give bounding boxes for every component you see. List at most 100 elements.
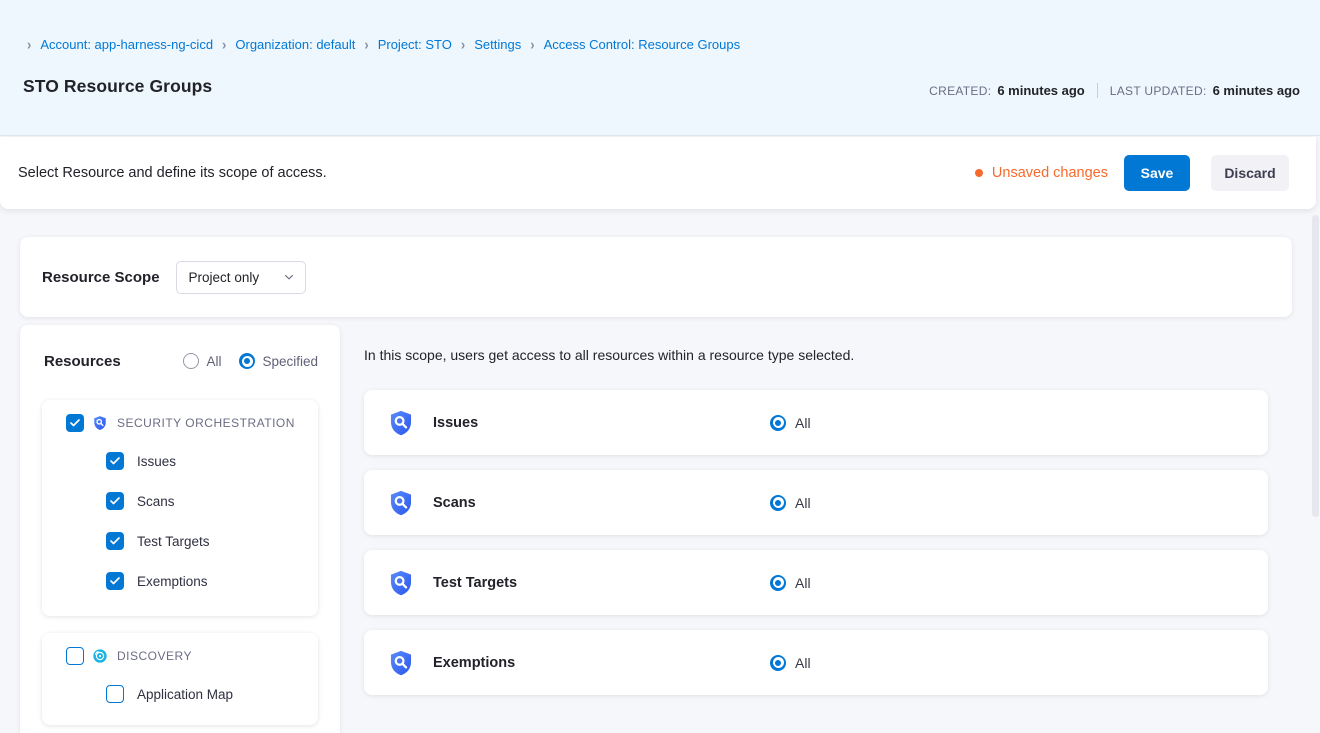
toolbar-description: Select Resource and define its scope of …	[18, 165, 327, 181]
chevron-right-icon: ›	[27, 36, 31, 53]
resource-check-item[interactable]: Application Map	[42, 674, 318, 714]
group-checkbox-security-orchestration[interactable]	[66, 414, 84, 432]
scope-description: In this scope, users get access to all r…	[364, 345, 1268, 365]
resource-card-title: Scans	[433, 495, 476, 511]
radio-access-all-label[interactable]: All	[795, 575, 811, 591]
radio-access-all-label[interactable]: All	[795, 655, 811, 671]
radio-specified-label[interactable]: Specified	[262, 354, 318, 369]
resource-group-discovery: DISCOVERY Application Map	[42, 633, 318, 725]
radio-access-all[interactable]	[770, 575, 786, 591]
breadcrumb-link[interactable]: Access Control: Resource Groups	[544, 37, 741, 52]
resource-scope-selected-value: Project only	[189, 270, 260, 285]
breadcrumb-link[interactable]: Project: STO	[378, 37, 452, 52]
group-header: SECURITY ORCHESTRATION	[42, 413, 318, 433]
scope-main-area: In this scope, users get access to all r…	[364, 325, 1268, 710]
resource-checkbox[interactable]	[106, 685, 124, 703]
radio-access-all[interactable]	[770, 655, 786, 671]
save-button[interactable]: Save	[1124, 155, 1190, 191]
group-items: Issues Scans	[42, 441, 318, 601]
resource-checkbox[interactable]	[106, 452, 124, 470]
chevron-right-icon: ›	[461, 36, 465, 53]
resource-checkbox[interactable]	[106, 572, 124, 590]
discard-button[interactable]: Discard	[1211, 155, 1289, 191]
resource-card-title: Issues	[433, 415, 478, 431]
resource-card: Scans All	[364, 470, 1268, 535]
shield-search-icon	[387, 489, 415, 517]
resource-access-radio-group: All	[770, 470, 811, 535]
breadcrumb-item: › Access Control: Resource Groups	[521, 37, 740, 52]
resource-checkbox-label[interactable]: Issues	[137, 454, 176, 469]
created-value: 6 minutes ago	[997, 83, 1084, 98]
radio-access-all[interactable]	[770, 495, 786, 511]
breadcrumb-item: › Organization: default	[213, 37, 355, 52]
resource-card-title: Exemptions	[433, 655, 515, 671]
resource-checkbox-label[interactable]: Application Map	[137, 687, 233, 702]
resource-cards-list: Issues All	[364, 390, 1268, 695]
radio-specified[interactable]	[239, 353, 255, 369]
vertical-scrollbar-thumb[interactable]	[1312, 215, 1319, 517]
breadcrumb-link[interactable]: Settings	[474, 37, 521, 52]
resource-group-security-orchestration: SECURITY ORCHESTRATION Issues	[42, 400, 318, 616]
resource-checkbox-label[interactable]: Scans	[137, 494, 175, 509]
resource-scope-label: Resource Scope	[42, 269, 160, 286]
resource-access-radio-group: All	[770, 550, 811, 615]
shield-search-icon	[387, 409, 415, 437]
resource-card: Exemptions All	[364, 630, 1268, 695]
created-label: CREATED:	[929, 84, 991, 98]
resources-mode-radios: All Specified	[183, 353, 318, 369]
unsaved-dot-icon	[975, 169, 983, 177]
action-toolbar: Select Resource and define its scope of …	[0, 137, 1316, 209]
resource-check-item[interactable]: Exemptions	[42, 561, 318, 601]
resources-panel-header: Resources All Specified	[42, 351, 318, 371]
chevron-right-icon: ›	[222, 36, 226, 53]
resource-scope-dropdown[interactable]: Project only	[176, 261, 306, 294]
resource-checkbox[interactable]	[106, 532, 124, 550]
radio-all[interactable]	[183, 353, 199, 369]
page-body: Resource Scope Project only Resources Al…	[0, 209, 1320, 733]
resources-panel: Resources All Specified	[20, 325, 340, 733]
group-checkbox-discovery[interactable]	[66, 647, 84, 665]
meta-divider	[1097, 83, 1098, 98]
chevron-right-icon: ›	[530, 36, 534, 53]
resource-checkbox-label[interactable]: Test Targets	[137, 534, 210, 549]
header-meta: CREATED: 6 minutes ago LAST UPDATED: 6 m…	[929, 83, 1300, 98]
shield-search-icon	[387, 569, 415, 597]
radio-all-label[interactable]: All	[206, 354, 221, 369]
chevron-right-icon: ›	[364, 36, 368, 53]
resource-access-radio-group: All	[770, 630, 811, 695]
breadcrumb-link[interactable]: Account: app-harness-ng-cicd	[40, 37, 213, 52]
radar-icon	[92, 648, 108, 664]
last-updated-label: LAST UPDATED:	[1110, 84, 1207, 98]
page-header: › Account: app-harness-ng-cicd › Organiz…	[0, 0, 1320, 136]
radio-access-all-label[interactable]: All	[795, 415, 811, 431]
unsaved-changes-indicator: Unsaved changes	[975, 165, 1108, 181]
shield-search-icon	[92, 415, 108, 431]
breadcrumb-item: › Project: STO	[355, 37, 452, 52]
group-label: DISCOVERY	[117, 649, 192, 663]
shield-search-icon	[387, 649, 415, 677]
group-label: SECURITY ORCHESTRATION	[117, 416, 295, 430]
resource-check-item[interactable]: Test Targets	[42, 521, 318, 561]
resource-card-title: Test Targets	[433, 575, 517, 591]
unsaved-changes-label: Unsaved changes	[992, 165, 1108, 181]
resource-check-item[interactable]: Scans	[42, 481, 318, 521]
page-title: STO Resource Groups	[23, 76, 212, 97]
group-header: DISCOVERY	[42, 646, 318, 666]
resource-check-item[interactable]: Issues	[42, 441, 318, 481]
radio-access-all-label[interactable]: All	[795, 495, 811, 511]
resource-scope-card: Resource Scope Project only	[20, 237, 1292, 317]
resource-checkbox[interactable]	[106, 492, 124, 510]
resource-card: Test Targets All	[364, 550, 1268, 615]
last-updated-value: 6 minutes ago	[1213, 83, 1300, 98]
breadcrumb-item: › Account: app-harness-ng-cicd	[18, 37, 213, 52]
toolbar-actions: Unsaved changes Save Discard	[975, 155, 1289, 191]
resource-access-radio-group: All	[770, 390, 811, 455]
radio-access-all[interactable]	[770, 415, 786, 431]
group-items: Application Map	[42, 674, 318, 714]
resource-card: Issues All	[364, 390, 1268, 455]
breadcrumb-link[interactable]: Organization: default	[235, 37, 355, 52]
breadcrumb: › Account: app-harness-ng-cicd › Organiz…	[18, 37, 740, 52]
chevron-down-icon	[283, 271, 295, 283]
resource-checkbox-label[interactable]: Exemptions	[137, 574, 208, 589]
resources-title: Resources	[44, 353, 121, 370]
